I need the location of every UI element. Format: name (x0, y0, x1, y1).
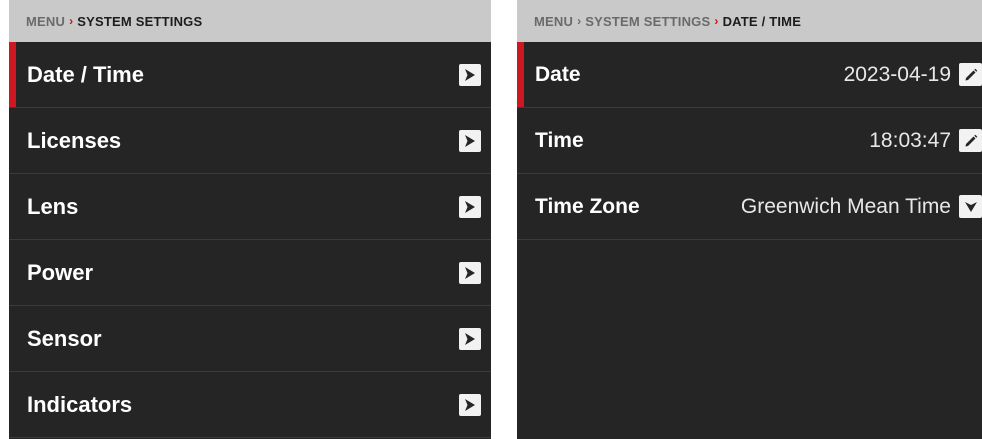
chevron-right-icon[interactable] (459, 63, 481, 86)
breadcrumb-separator: › (69, 14, 74, 28)
date-value: 2023-04-19 (843, 62, 951, 86)
menu-item-label: Date / Time (27, 61, 144, 87)
chevron-right-icon[interactable] (459, 129, 481, 152)
chevron-down-icon[interactable] (959, 195, 982, 218)
chevron-right-icon[interactable] (459, 195, 481, 218)
time-value: 18:03:47 (869, 128, 951, 152)
breadcrumb-system-settings[interactable]: SYSTEM SETTINGS (585, 14, 710, 29)
breadcrumb-current: DATE / TIME (722, 13, 802, 29)
system-settings-panel: MENU › SYSTEM SETTINGS Date / Time Licen… (9, 0, 491, 439)
breadcrumb-current: SYSTEM SETTINGS (77, 13, 203, 29)
breadcrumb: MENU › SYSTEM SETTINGS (9, 0, 491, 42)
chevron-right-icon[interactable] (459, 393, 481, 416)
menu-item-label: Indicators (27, 391, 133, 417)
setting-row-time[interactable]: Time 18:03:47 (517, 108, 982, 174)
breadcrumb-separator: › (577, 14, 582, 28)
menu-item-indicators[interactable]: Indicators (9, 372, 491, 438)
breadcrumb-menu[interactable]: MENU (26, 14, 65, 29)
menu-item-sensor[interactable]: Sensor (9, 306, 491, 372)
breadcrumb: MENU › SYSTEM SETTINGS › DATE / TIME (517, 0, 982, 42)
menu-item-date-time[interactable]: Date / Time (9, 42, 491, 108)
time-zone-value: Greenwich Mean Time (740, 194, 951, 218)
selection-indicator (517, 42, 524, 107)
menu-item-power[interactable]: Power (9, 240, 491, 306)
breadcrumb-separator: › (714, 14, 719, 28)
menu-item-label: Power (27, 259, 94, 285)
setting-row-date[interactable]: Date 2023-04-19 (517, 42, 982, 108)
chevron-right-icon[interactable] (459, 327, 481, 350)
menu-item-licenses[interactable]: Licenses (9, 108, 491, 174)
setting-label: Date (535, 62, 581, 86)
pencil-icon[interactable] (959, 63, 982, 86)
date-time-panel: MENU › SYSTEM SETTINGS › DATE / TIME Dat… (517, 0, 982, 439)
setting-label: Time Zone (535, 194, 640, 218)
selection-indicator (9, 42, 16, 107)
menu-item-label: Licenses (27, 127, 122, 153)
chevron-right-icon[interactable] (459, 261, 481, 284)
menu-item-label: Sensor (27, 325, 102, 351)
setting-row-time-zone[interactable]: Time Zone Greenwich Mean Time (517, 174, 982, 240)
pencil-icon[interactable] (959, 129, 982, 152)
menu-item-lens[interactable]: Lens (9, 174, 491, 240)
setting-label: Time (535, 128, 584, 152)
breadcrumb-menu[interactable]: MENU (534, 14, 573, 29)
menu-item-label: Lens (27, 193, 79, 219)
